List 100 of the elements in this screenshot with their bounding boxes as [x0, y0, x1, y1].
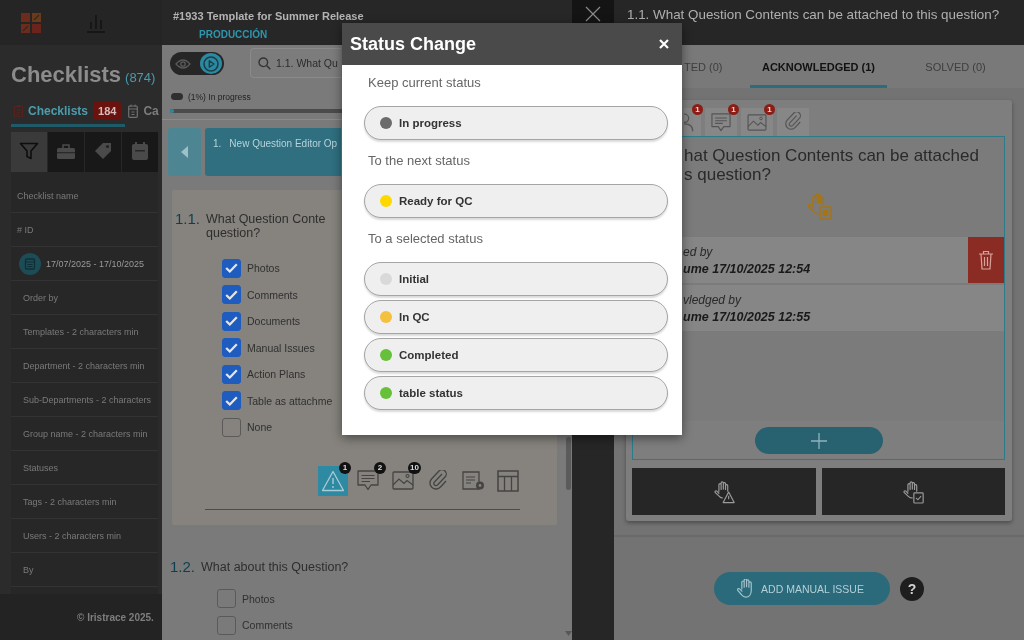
grid-logo-icon[interactable] — [21, 12, 41, 33]
comment-icon — [357, 470, 379, 491]
content-tab[interactable] — [777, 108, 809, 136]
filter-icon — [19, 142, 39, 160]
dropdown-field[interactable]: Statuses — [11, 451, 158, 485]
option-label: Action Plans — [247, 368, 306, 381]
dropdown-field[interactable]: By — [11, 553, 158, 587]
clipboard-icon — [14, 104, 23, 118]
template-title: #1933 Template for Summer Release — [173, 9, 364, 23]
dropdown-field[interactable]: Order by — [11, 281, 158, 315]
caret-left-icon — [181, 146, 188, 158]
department-label: PRODUCCIÓN — [199, 29, 268, 41]
check-icon — [225, 316, 238, 327]
eye-icon — [175, 58, 191, 69]
log-value: ume 17/10/2025 12:55 — [683, 309, 811, 326]
add-button[interactable] — [754, 427, 883, 454]
filter-tab[interactable] — [11, 132, 47, 172]
document-icon — [461, 470, 485, 491]
section-heading: Keep current status — [367, 74, 481, 92]
count-badge: 1 — [692, 104, 703, 115]
option-label: Table as attachme — [247, 394, 333, 407]
toolbar-button[interactable]: 1 — [318, 465, 348, 496]
filter-tab[interactable] — [85, 132, 121, 172]
dropdown-field[interactable]: Sub-Departments - 2 characters — [11, 383, 158, 417]
close-icon — [585, 6, 601, 22]
image-icon — [392, 471, 414, 490]
dropdown-field[interactable]: Group name - 2 characters min — [11, 417, 158, 451]
dialog-title: Status Change — [350, 33, 477, 55]
paperclip-icon — [428, 469, 448, 492]
dropdown-field[interactable]: Users - 2 characters min — [11, 519, 158, 553]
scrollbar-thumb[interactable] — [566, 437, 571, 490]
filter-tab[interactable] — [122, 132, 158, 172]
question-text: hat Question Contents can be attached s question? — [683, 145, 980, 184]
date-range-field[interactable]: 17/07/2025 - 17/10/2025 — [11, 247, 158, 281]
option-label: Comments — [242, 619, 293, 632]
log-value: ume 17/10/2025 12:54 — [683, 261, 811, 278]
table-icon — [497, 469, 519, 492]
status-option[interactable]: table status — [364, 376, 668, 410]
back-button[interactable] — [168, 128, 201, 176]
checkbox[interactable] — [222, 391, 241, 411]
warning-icon — [321, 469, 345, 492]
hand-warning-icon — [712, 479, 735, 504]
play-button[interactable] — [200, 53, 222, 74]
copyright-text: © Iristrace 2025. — [77, 611, 154, 623]
hand-icon — [736, 579, 755, 598]
tab[interactable]: ACKNOWLEDGED (1) — [750, 45, 887, 88]
resolve-issue-button[interactable] — [821, 468, 1005, 515]
filter-tab[interactable] — [48, 132, 84, 172]
scroll-down-icon[interactable] — [565, 631, 572, 636]
dropdown-field[interactable]: Tags - 2 characters min — [11, 485, 158, 519]
report-issue-button[interactable] — [632, 468, 816, 515]
section-heading: To the next status — [367, 152, 470, 170]
dropdown-field[interactable]: Department - 2 characters min — [11, 349, 158, 383]
option-label: Documents — [247, 315, 301, 328]
text-field[interactable]: Checklist name — [11, 179, 158, 213]
checkbox[interactable] — [222, 258, 241, 278]
count-badge: 10 — [408, 461, 421, 474]
status-option[interactable]: In progress — [364, 106, 668, 140]
checkbox[interactable] — [217, 615, 236, 635]
add-manual-issue-button[interactable]: ADD MANUAL ISSUE — [714, 572, 890, 605]
dropdown-field[interactable]: Templates - 2 characters min — [11, 315, 158, 349]
check-icon — [225, 289, 238, 300]
play-icon — [203, 55, 219, 72]
checkbox[interactable] — [222, 285, 241, 305]
plus-icon — [810, 432, 827, 449]
status-option[interactable]: Completed — [364, 338, 668, 372]
status-option[interactable]: Initial — [364, 262, 668, 296]
checkbox[interactable] — [222, 338, 241, 358]
status-pill-icon — [171, 93, 183, 100]
question-text: What Question Conte question? — [206, 212, 327, 240]
tab[interactable]: Checklists 184 — [11, 98, 126, 127]
status-option[interactable]: In QC — [364, 300, 668, 334]
calendar-icon — [128, 104, 139, 118]
log-label: vledged by — [683, 292, 742, 308]
option-label: None — [247, 421, 273, 434]
paperclip-icon — [784, 112, 802, 132]
comment-icon — [711, 112, 731, 132]
check-icon — [225, 395, 238, 406]
question-number: 1.2. — [170, 557, 197, 576]
check-icon — [225, 342, 238, 353]
count-badge: 1 — [728, 104, 739, 115]
question-text: What about this Question? — [201, 558, 349, 576]
checkbox[interactable] — [222, 364, 241, 384]
option-label: Photos — [247, 262, 280, 275]
tag-icon — [94, 142, 112, 160]
option-label: Photos — [242, 592, 275, 605]
section-button[interactable]: 1. New Question Editor Op — [205, 128, 341, 176]
hand-check-icon — [902, 479, 925, 504]
check-icon — [225, 263, 238, 274]
trash-icon — [978, 250, 994, 270]
status-option[interactable]: Ready for QC — [364, 184, 668, 218]
close-button[interactable] — [659, 39, 669, 49]
count-badge: 184 — [93, 102, 122, 120]
checkbox[interactable] — [222, 311, 241, 331]
delete-button[interactable] — [968, 237, 1004, 283]
close-icon — [659, 39, 669, 49]
help-button[interactable]: ? — [899, 576, 924, 601]
checkbox[interactable] — [222, 417, 241, 437]
text-field[interactable]: # ID — [11, 213, 158, 247]
checkbox[interactable] — [217, 589, 236, 609]
